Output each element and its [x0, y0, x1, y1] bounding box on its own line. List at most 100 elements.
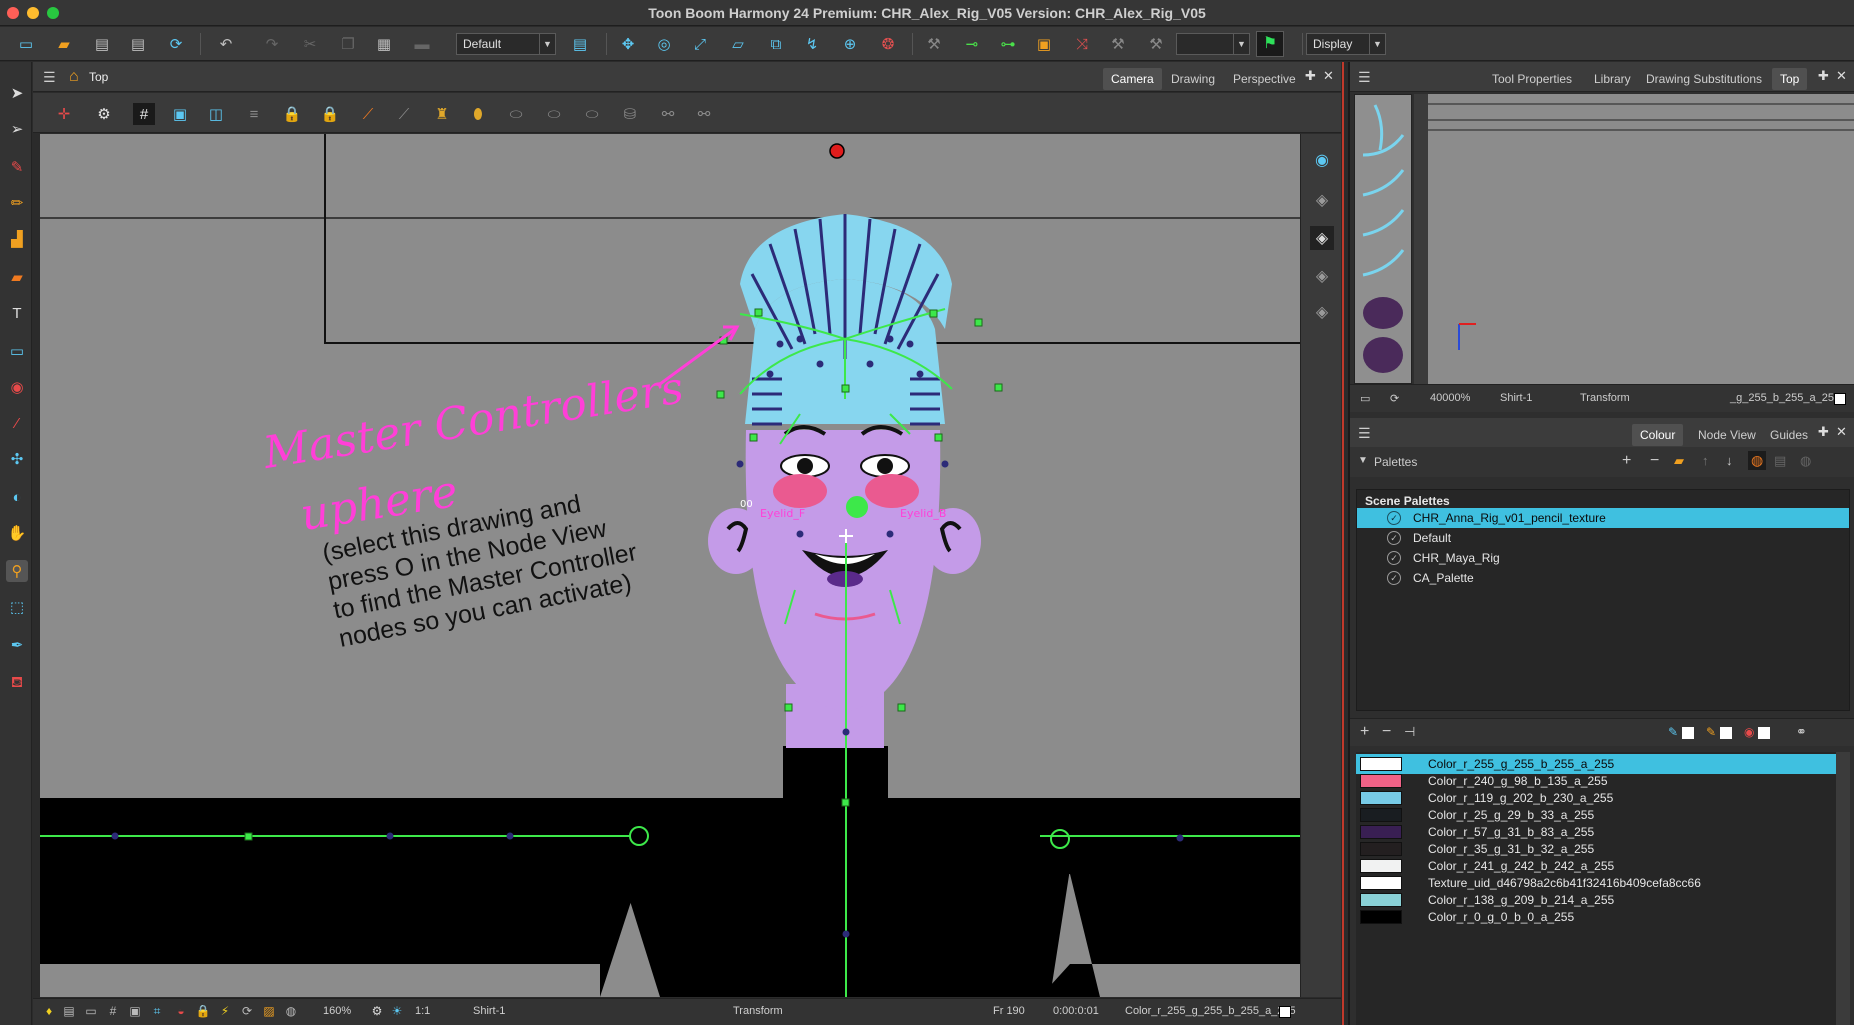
- palette-row[interactable]: ✓ Default: [1357, 528, 1849, 548]
- frame-icon[interactable]: ▭: [83, 1003, 99, 1019]
- tab-camera[interactable]: Camera: [1103, 68, 1162, 90]
- shape-tool-icon[interactable]: ▭: [6, 340, 28, 362]
- brush-tool-icon[interactable]: ✎: [6, 156, 28, 178]
- lightbulb-icon[interactable]: ♦: [41, 1003, 57, 1019]
- layer-middle-icon[interactable]: ⬭: [543, 103, 565, 125]
- tab-colour[interactable]: Colour: [1632, 424, 1684, 446]
- frame-icon[interactable]: ▭: [1360, 392, 1370, 405]
- add-view-icon[interactable]: ✚: [1818, 424, 1829, 440]
- paste-icon[interactable]: ▦: [374, 34, 394, 54]
- check-icon[interactable]: ✓: [1387, 511, 1401, 525]
- fill-colour-icon[interactable]: ✎: [1706, 725, 1716, 739]
- tab-perspective[interactable]: Perspective: [1225, 68, 1304, 90]
- colour-chip[interactable]: [1360, 774, 1402, 788]
- palette-folder-icon[interactable]: ▰: [1674, 453, 1684, 469]
- field-chart-icon[interactable]: ◫: [205, 103, 227, 125]
- light-table-icon[interactable]: ♜: [431, 103, 453, 125]
- lock-icon[interactable]: 🔒: [281, 103, 303, 125]
- pivot-tool-icon[interactable]: ✣: [6, 448, 28, 470]
- add-palette-icon[interactable]: +: [1622, 452, 1631, 470]
- pencil-tool-icon[interactable]: ✏: [6, 192, 28, 214]
- copy-icon[interactable]: ❐: [338, 34, 358, 54]
- colour-chip[interactable]: [1360, 842, 1402, 856]
- colour-chip[interactable]: [1360, 910, 1402, 924]
- save-version-icon[interactable]: ⟳: [166, 34, 186, 54]
- stamp-tool-icon[interactable]: ▟: [6, 228, 28, 250]
- safe-area-small-icon[interactable]: ▣: [127, 1003, 143, 1019]
- drawing-thumbnails[interactable]: [1354, 94, 1412, 384]
- panel-menu-icon[interactable]: ☰: [1358, 69, 1371, 86]
- tab-top[interactable]: Top: [1772, 68, 1808, 90]
- cut-icon[interactable]: ✂: [300, 34, 320, 54]
- eye-icon[interactable]: ◉: [1310, 148, 1334, 172]
- colour-chip[interactable]: [1360, 808, 1402, 822]
- motion-path-icon[interactable]: ↯: [802, 34, 822, 54]
- onion-skin-icon[interactable]: ❂: [878, 34, 898, 54]
- hammer-icon[interactable]: ⚒: [1108, 34, 1128, 54]
- lock-all-icon[interactable]: 🔒: [319, 103, 341, 125]
- top-view-scrollbar[interactable]: [1414, 94, 1428, 384]
- layer-back-icon[interactable]: ⬭: [581, 103, 603, 125]
- colour-chip[interactable]: [1360, 757, 1402, 771]
- top-view-canvas[interactable]: [1414, 94, 1854, 384]
- palette-browser-icon[interactable]: ◍: [1748, 451, 1767, 470]
- workspace-combo[interactable]: Default ▼: [456, 33, 556, 55]
- rigging-tool-icon[interactable]: ⚲: [6, 560, 28, 582]
- peg-icon[interactable]: ⊕: [840, 34, 860, 54]
- workspace-manager-icon[interactable]: ▤: [570, 34, 590, 54]
- envelope-icon[interactable]: ▣: [1034, 34, 1054, 54]
- red-mask-icon[interactable]: ◒: [173, 1003, 189, 1019]
- grid-small-icon[interactable]: #: [105, 1003, 121, 1019]
- layer-selected-icon[interactable]: ◈: [1310, 226, 1334, 250]
- check-icon[interactable]: ✓: [1387, 531, 1401, 545]
- sun-icon[interactable]: ☀: [389, 1003, 405, 1019]
- colour-chip[interactable]: [1360, 791, 1402, 805]
- render-icon[interactable]: ▨: [261, 1003, 277, 1019]
- overlay-icon[interactable]: ≡: [243, 103, 265, 125]
- ik-icon[interactable]: ⊸: [962, 34, 982, 54]
- link-icon[interactable]: ⚭: [1796, 724, 1807, 740]
- settings-gear-icon[interactable]: ⚙: [93, 103, 115, 125]
- lightning-icon[interactable]: ⚡: [217, 1003, 233, 1019]
- palette-row[interactable]: ✓ CHR_Maya_Rig: [1357, 548, 1849, 568]
- refresh-icon[interactable]: ⟳: [239, 1003, 255, 1019]
- dropper-tool-icon[interactable]: ⁄: [6, 412, 28, 434]
- gear-icon[interactable]: ⚙: [369, 1003, 385, 1019]
- undo-icon[interactable]: ↶: [216, 34, 236, 54]
- hammer-alt-icon[interactable]: ⚒: [1146, 34, 1166, 54]
- layer-icon[interactable]: ◈: [1310, 188, 1334, 212]
- preview-icon[interactable]: ◍: [283, 1003, 299, 1019]
- stack-icon[interactable]: ▤: [61, 1003, 77, 1019]
- fill-colour-swatch[interactable]: [1720, 727, 1732, 739]
- top-zoom[interactable]: 40000%: [1430, 392, 1470, 404]
- delete-icon[interactable]: ▬: [412, 34, 432, 54]
- crop-icon[interactable]: ⌗: [149, 1003, 165, 1019]
- morph-tool-icon[interactable]: ◐: [6, 486, 28, 508]
- remove-palette-icon[interactable]: −: [1650, 452, 1659, 470]
- paint-colour-icon[interactable]: ◉: [1744, 725, 1754, 739]
- display-combo[interactable]: Display ▼: [1306, 33, 1386, 55]
- paint-tool-icon[interactable]: ◉: [6, 376, 28, 398]
- rotate-pivot-icon[interactable]: ◎: [654, 34, 674, 54]
- check-icon[interactable]: ✓: [1387, 571, 1401, 585]
- move-up-icon[interactable]: ↑: [1702, 453, 1709, 468]
- breadcrumb[interactable]: Top: [89, 70, 108, 84]
- home-icon[interactable]: ⌂: [69, 68, 79, 86]
- open-folder-icon[interactable]: ▰: [54, 34, 74, 54]
- paint-bucket-icon[interactable]: ⛾: [6, 672, 28, 694]
- tab-drawing-substitutions[interactable]: Drawing Substitutions: [1638, 68, 1770, 90]
- colour-chip[interactable]: [1360, 876, 1402, 890]
- transform-tool-icon[interactable]: ⬚: [6, 596, 28, 618]
- grid-icon[interactable]: #: [133, 103, 155, 125]
- remove-colour-icon[interactable]: −: [1382, 723, 1391, 741]
- line-colour-icon[interactable]: ✎: [1668, 725, 1678, 739]
- swatch-scrollbar[interactable]: [1836, 752, 1850, 1025]
- safe-area-icon[interactable]: ▣: [169, 103, 191, 125]
- redo-icon[interactable]: ↷: [262, 34, 282, 54]
- ruler-alt-icon[interactable]: ⟋: [393, 103, 415, 125]
- layer-back-icon[interactable]: ◈: [1310, 264, 1334, 288]
- blank-combo[interactable]: ▼: [1176, 33, 1250, 55]
- onion-icon[interactable]: ⬮: [467, 103, 489, 125]
- zoom-level[interactable]: 160%: [323, 1005, 351, 1017]
- colour-chip[interactable]: [1360, 825, 1402, 839]
